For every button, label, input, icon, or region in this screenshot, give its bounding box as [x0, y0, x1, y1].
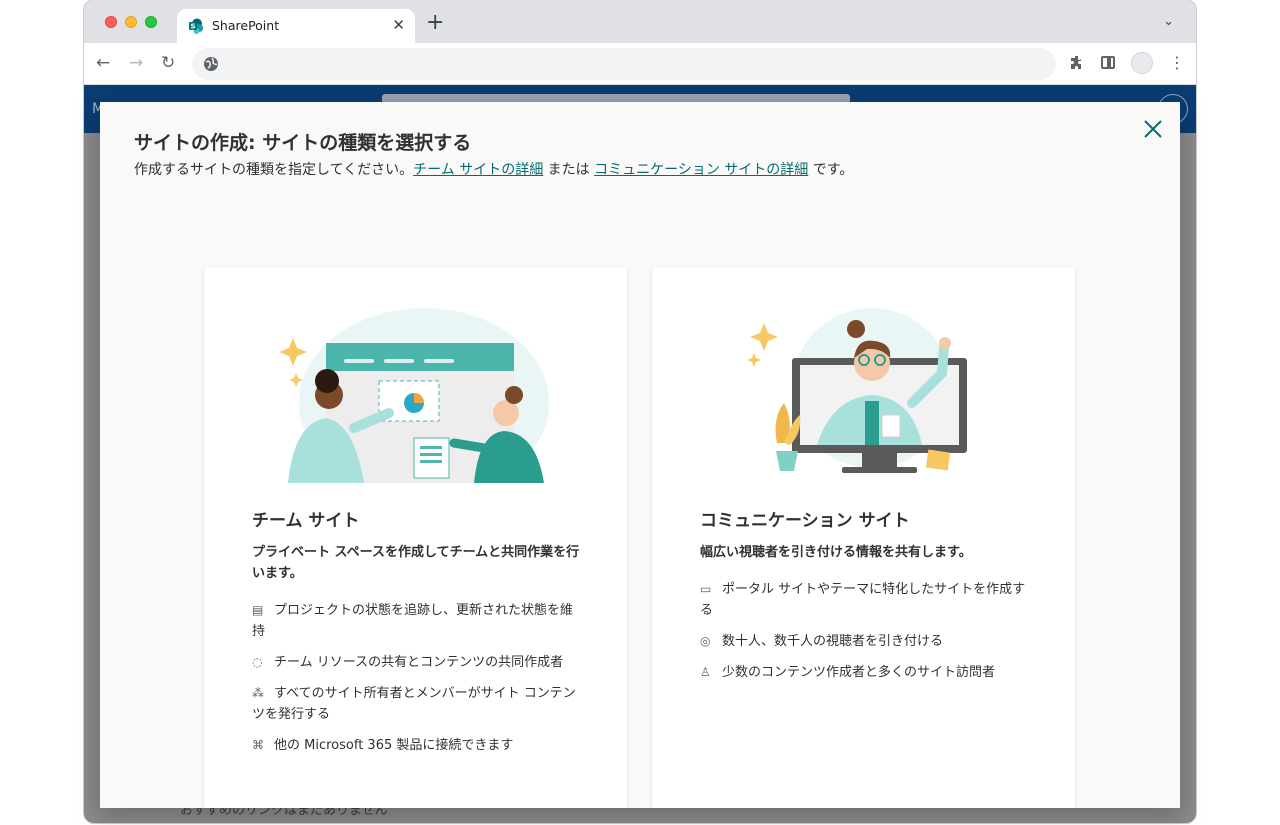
close-window-button[interactable] [105, 16, 117, 28]
communication-site-title: コミュニケーション サイト [700, 511, 910, 531]
feature-item: ▤ プロジェクトの状態を追跡し、更新された状態を維持 [252, 600, 582, 642]
feature-item: ♙ 少数のコンテンツ作成者と多くのサイト訪問者 [700, 662, 1030, 683]
create-site-dialog: サイトの作成: サイトの種類を選択する 作成するサイトの種類を指定してください。… [100, 102, 1180, 808]
feature-text: ポータル サイトやテーマに特化したサイトを作成する [700, 582, 1026, 618]
browser-toolbar: ← → ↻ ⋮ [84, 43, 1196, 85]
tab-search-button[interactable]: ⌄ [1163, 14, 1174, 29]
feature-item: ▭ ポータル サイトやテーマに特化したサイトを作成する [700, 579, 1030, 621]
broadcast-icon: ◎ [700, 634, 711, 648]
feature-item: ◌ チーム リソースの共有とコンテンツの共同作成者 [252, 652, 582, 673]
clipboard-icon: ▤ [252, 603, 264, 617]
dialog-subtitle: 作成するサイトの種類を指定してください。チーム サイトの詳細 または コミュニケ… [134, 159, 853, 179]
apps-icon: ⌘ [252, 738, 264, 752]
communication-site-features: ▭ ポータル サイトやテーマに特化したサイトを作成する ◎ 数十人、数千人の視聴者を… [700, 579, 1030, 693]
communication-site-details-link[interactable]: コミュニケーション サイトの詳細 [594, 162, 808, 178]
maximize-window-button[interactable] [145, 16, 157, 28]
communication-site-card[interactable]: コミュニケーション サイト 幅広い視聴者を引き付ける情報を共有します。 ▭ ポータ… [652, 268, 1075, 808]
feature-text: プロジェクトの状態を追跡し、更新された状態を維持 [252, 603, 574, 639]
team-site-title: チーム サイト [252, 511, 360, 531]
subtitle-mid: または [543, 162, 595, 178]
communication-site-illustration [747, 308, 967, 473]
feature-item: ⌘ 他の Microsoft 365 製品に接続できます [252, 735, 582, 756]
feature-text: 数十人、数千人の視聴者を引き付ける [722, 634, 944, 649]
close-icon[interactable] [1142, 118, 1164, 140]
feature-item: ◎ 数十人、数千人の視聴者を引き付ける [700, 631, 1030, 652]
forward-button[interactable]: → [129, 53, 143, 73]
team-site-illustration [279, 308, 549, 483]
communication-site-description: 幅広い視聴者を引き付ける情報を共有します。 [700, 545, 972, 560]
subtitle-suffix: です。 [808, 162, 854, 178]
dialog-title: サイトの作成: サイトの種類を選択する [134, 132, 472, 154]
reload-button[interactable]: ↻ [161, 53, 175, 73]
side-panel-icon[interactable] [1101, 56, 1115, 69]
site-edit-icon: ▭ [700, 582, 712, 596]
sharepoint-logo-icon: S [189, 18, 203, 34]
svg-text:S: S [190, 23, 195, 31]
team-site-details-link[interactable]: チーム サイトの詳細 [413, 162, 543, 178]
team-site-features: ▤ プロジェクトの状態を追跡し、更新された状態を維持 ◌ チーム リソースの共有とコ… [252, 600, 582, 766]
tab-strip: S SharePoint ✕ + ⌄ [84, 0, 1196, 43]
people-network-icon: ⁂ [252, 686, 264, 700]
sync-icon: ◌ [252, 655, 263, 669]
subtitle-prefix: 作成するサイトの種類を指定してください。 [134, 162, 414, 178]
back-button[interactable]: ← [96, 53, 110, 73]
extensions-icon[interactable] [1069, 55, 1085, 71]
person-icon: ♙ [700, 665, 711, 679]
address-bar[interactable] [192, 48, 1056, 80]
team-site-description: プライベート スペースを作成してチームと共同作業を行います。 [252, 545, 580, 581]
feature-text: 他の Microsoft 365 製品に接続できます [274, 738, 514, 753]
menu-icon[interactable]: ⋮ [1169, 53, 1185, 73]
tab-sharepoint[interactable]: S SharePoint ✕ [177, 9, 415, 43]
team-site-card[interactable]: チーム サイト プライベート スペースを作成してチームと共同作業を行います。 ▤… [204, 268, 627, 808]
profile-icon[interactable] [1131, 52, 1153, 74]
tab-close-button[interactable]: ✕ [392, 16, 405, 34]
tab-title: SharePoint [212, 18, 280, 33]
feature-text: チーム リソースの共有とコンテンツの共同作成者 [274, 655, 564, 670]
minimize-window-button[interactable] [125, 16, 137, 28]
feature-text: すべてのサイト所有者とメンバーがサイト コンテンツを発行する [252, 686, 576, 722]
globe-icon [204, 57, 218, 71]
feature-item: ⁂ すべてのサイト所有者とメンバーがサイト コンテンツを発行する [252, 683, 582, 725]
new-tab-button[interactable]: + [426, 11, 444, 35]
feature-text: 少数のコンテンツ作成者と多くのサイト訪問者 [722, 665, 996, 680]
